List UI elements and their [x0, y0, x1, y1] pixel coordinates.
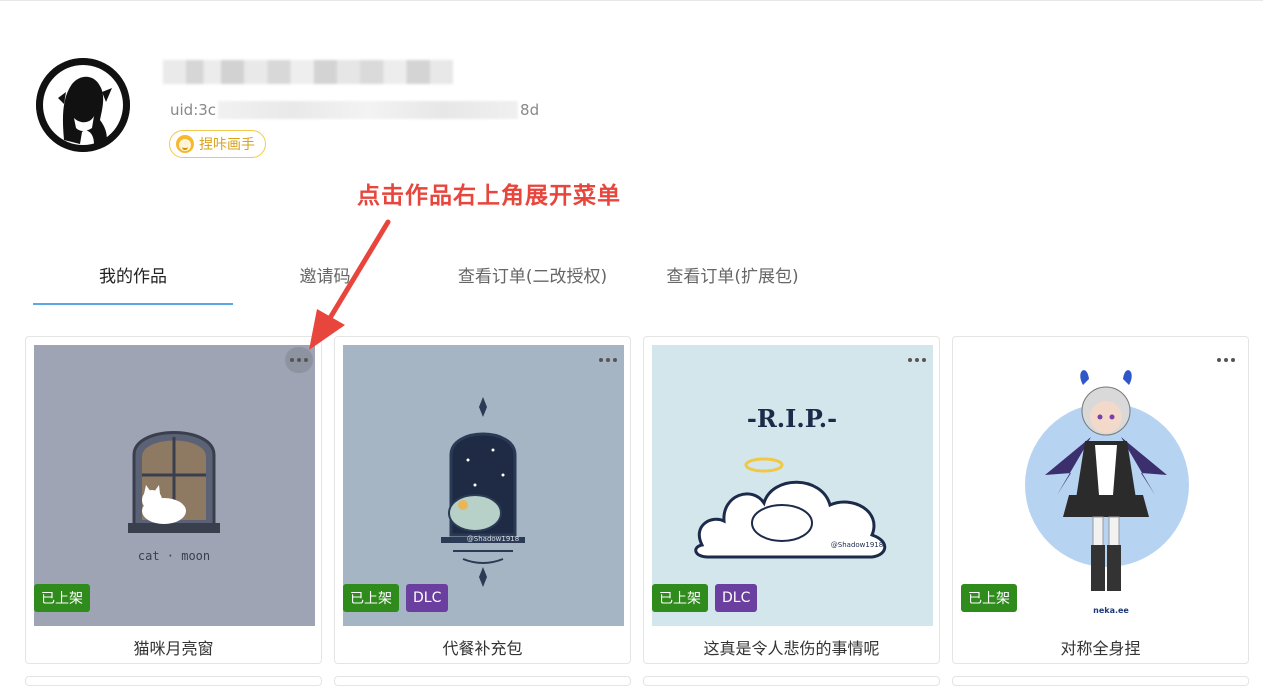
tag-list: 已上架 DLC [652, 584, 758, 612]
more-menu-button[interactable] [903, 347, 931, 373]
more-menu-button[interactable] [285, 347, 313, 373]
work-card[interactable]: cat · moon 已上架 猫咪月亮窗 [25, 336, 322, 664]
avatar[interactable] [36, 58, 130, 152]
more-menu-button[interactable] [1212, 347, 1240, 373]
uid-redacted [218, 101, 519, 119]
work-title[interactable]: 这真是令人悲伤的事情呢 [644, 635, 939, 659]
artist-badge: 捏咔画手 [169, 130, 266, 158]
art-logo: neka.ee [1093, 606, 1129, 615]
work-card[interactable]: @Shadow1918 已上架 DLC 代餐补充包 [334, 336, 631, 664]
tag-listed: 已上架 [34, 584, 90, 612]
work-card-next-row[interactable] [643, 676, 940, 686]
tag-list: 已上架 DLC [343, 584, 449, 612]
tag-dlc: DLC [715, 584, 758, 612]
tag-listed: 已上架 [961, 584, 1017, 612]
tag-list: 已上架 [961, 584, 1017, 612]
tab-orders-expansion[interactable]: 查看订单(扩展包) [650, 262, 815, 290]
tag-listed: 已上架 [343, 584, 399, 612]
work-card-next-row[interactable] [952, 676, 1249, 686]
badge-label: 捏咔画手 [199, 137, 255, 153]
work-title[interactable]: 对称全身捏 [953, 635, 1248, 659]
uid-row: uid:3c 8d [170, 100, 539, 120]
work-title[interactable]: 代餐补充包 [335, 635, 630, 659]
active-tab-indicator [33, 303, 233, 305]
art-caption: cat · moon [138, 549, 210, 563]
art-signature: @Shadow1918 [467, 535, 519, 543]
art-signature: @Shadow1918 [831, 541, 883, 549]
work-card[interactable]: -R.I.P.- @Shadow1918 已上架 DLC 这真是令人悲伤的事情呢 [643, 336, 940, 664]
more-menu-button[interactable] [594, 347, 622, 373]
art-caption: -R.I.P.- [747, 404, 837, 433]
tab-invite-code[interactable]: 邀请码 [250, 262, 400, 290]
tab-my-works[interactable]: 我的作品 [33, 262, 233, 290]
top-divider [0, 0, 1263, 1]
work-card-next-row[interactable] [334, 676, 631, 686]
work-title[interactable]: 猫咪月亮窗 [26, 635, 321, 659]
tab-orders-license[interactable]: 查看订单(二改授权) [440, 262, 625, 290]
work-card[interactable]: neka.ee 已上架 对称全身捏 [952, 336, 1249, 664]
smile-icon [176, 135, 194, 153]
tag-listed: 已上架 [652, 584, 708, 612]
annotation-text: 点击作品右上角展开菜单 [357, 183, 621, 209]
tag-list: 已上架 [34, 584, 90, 612]
uid-prefix: uid:3c [170, 101, 217, 119]
uid-suffix: 8d [520, 101, 540, 119]
work-card-next-row[interactable] [25, 676, 322, 686]
tag-dlc: DLC [406, 584, 449, 612]
username-redacted [163, 60, 453, 84]
